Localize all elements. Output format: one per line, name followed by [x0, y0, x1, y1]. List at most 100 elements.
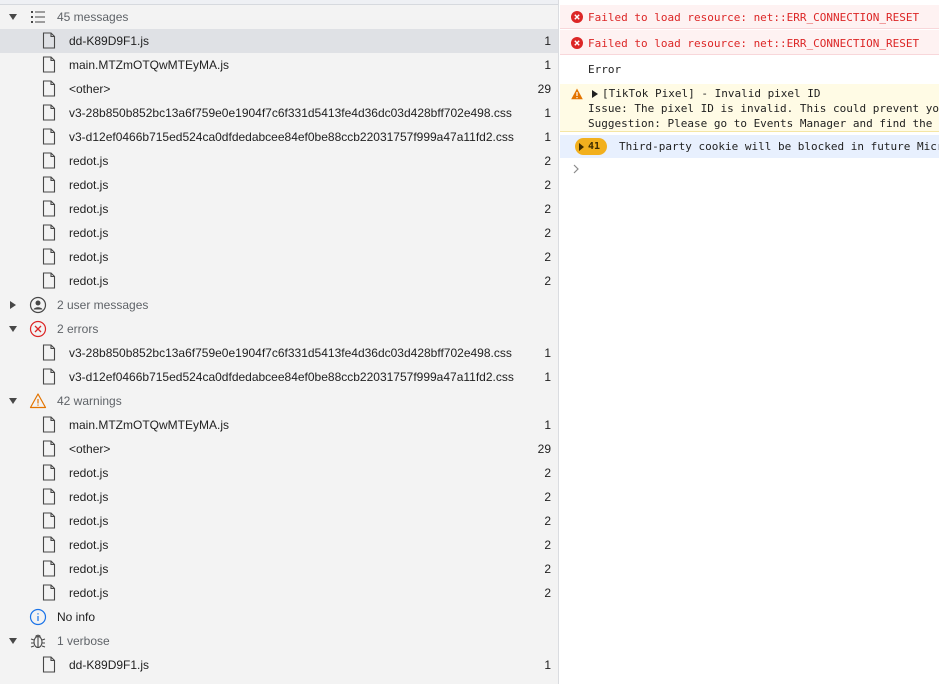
file-name: redot.js — [69, 538, 109, 552]
message-text: Suggestion: Please go to Events Manager … — [588, 117, 939, 130]
file-row[interactable]: redot.js 2 — [0, 149, 558, 173]
file-icon — [42, 560, 56, 577]
file-row[interactable]: v3-28b850b852bc13a6f759e0e1904f7c6f331d5… — [0, 341, 558, 365]
file-row[interactable]: redot.js 2 — [0, 485, 558, 509]
chevron-right-icon[interactable] — [571, 163, 581, 175]
console-error-message[interactable]: Failed to load resource: net::ERR_CONNEC… — [560, 5, 939, 29]
file-row[interactable]: main.MTZmOTQwMTEyMA.js 1 — [0, 413, 558, 437]
file-icon — [42, 536, 56, 553]
file-icon — [42, 368, 56, 385]
chevron-down-icon[interactable] — [8, 396, 18, 406]
file-name: main.MTZmOTQwMTEyMA.js — [69, 58, 229, 72]
file-name: redot.js — [69, 154, 109, 168]
group-messages[interactable]: 45 messages — [0, 5, 558, 29]
file-row[interactable]: redot.js 2 — [0, 509, 558, 533]
file-row[interactable]: redot.js 2 — [0, 245, 558, 269]
file-row[interactable]: redot.js 2 — [0, 221, 558, 245]
file-row[interactable]: dd-K89D9F1.js 1 — [0, 29, 558, 53]
chevron-down-icon[interactable] — [8, 636, 18, 646]
file-count: 2 — [544, 586, 551, 600]
warning-icon — [571, 88, 583, 100]
file-count: 2 — [544, 514, 551, 528]
file-icon — [42, 416, 56, 433]
file-row[interactable]: <other> 29 — [0, 77, 558, 101]
group-info[interactable]: No info — [0, 605, 558, 629]
console-error-message[interactable]: Failed to load resource: net::ERR_CONNEC… — [560, 30, 939, 55]
file-name: <other> — [69, 82, 111, 96]
file-name: <other> — [69, 442, 111, 456]
file-count: 1 — [544, 58, 551, 72]
chevron-down-icon[interactable] — [8, 12, 18, 22]
file-icon — [42, 488, 56, 505]
file-icon — [42, 56, 56, 73]
file-name: redot.js — [69, 490, 109, 504]
file-name: redot.js — [69, 586, 109, 600]
group-verbose[interactable]: 1 verbose — [0, 629, 558, 653]
file-icon — [42, 176, 56, 193]
group-label: 2 errors — [57, 322, 99, 336]
file-row[interactable]: redot.js 2 — [0, 533, 558, 557]
file-count: 1 — [544, 418, 551, 432]
chevron-down-icon[interactable] — [8, 324, 18, 334]
info-icon — [29, 608, 47, 626]
message-text: Failed to load resource: net::ERR_CONNEC… — [588, 11, 920, 24]
file-row[interactable]: v3-28b850b852bc13a6f759e0e1904f7c6f331d5… — [0, 101, 558, 125]
file-name: v3-d12ef0466b715ed524ca0dfdedabcee84ef0b… — [69, 130, 514, 144]
file-count: 2 — [544, 490, 551, 504]
group-label: 45 messages — [57, 10, 129, 24]
chevron-right-icon[interactable] — [8, 300, 18, 310]
file-name: v3-28b850b852bc13a6f759e0e1904f7c6f331d5… — [69, 346, 512, 360]
file-name: redot.js — [69, 514, 109, 528]
file-row[interactable]: redot.js 2 — [0, 197, 558, 221]
expand-triangle-icon — [579, 142, 584, 151]
file-count: 2 — [544, 250, 551, 264]
file-count: 1 — [544, 130, 551, 144]
file-row[interactable]: redot.js 2 — [0, 581, 558, 605]
file-name: redot.js — [69, 562, 109, 576]
file-name: dd-K89D9F1.js — [69, 34, 150, 48]
console-log-message[interactable]: Error — [560, 56, 939, 82]
file-row[interactable]: redot.js 2 — [0, 557, 558, 581]
group-errors[interactable]: 2 errors — [0, 317, 558, 341]
repeat-count-badge[interactable]: 41 — [575, 138, 607, 155]
file-count: 2 — [544, 202, 551, 216]
file-name: dd-K89D9F1.js — [69, 658, 150, 672]
badge-count: 41 — [588, 141, 601, 152]
file-icon — [42, 272, 56, 289]
file-icon — [42, 104, 56, 121]
group-user-messages[interactable]: 2 user messages — [0, 293, 558, 317]
file-count: 1 — [544, 658, 551, 672]
console-sidebar: 45 messages dd-K89D9F1.js 1 main.MTZmOTQwM… — [0, 0, 559, 684]
file-count: 1 — [544, 34, 551, 48]
group-label: No info — [57, 610, 96, 624]
message-text: Error — [588, 63, 622, 76]
bug-icon — [30, 634, 46, 649]
console-issue-message[interactable]: Third-party cookie will be blocked in fu… — [560, 135, 939, 158]
file-row[interactable]: <other> 29 — [0, 437, 558, 461]
file-row[interactable]: redot.js 2 — [0, 269, 558, 293]
file-row[interactable]: v3-d12ef0466b715ed524ca0dfdedabcee84ef0b… — [0, 365, 558, 389]
file-row[interactable]: dd-K89D9F1.js 1 — [0, 653, 558, 677]
message-text: Issue: The pixel ID is invalid. This cou… — [588, 102, 939, 115]
file-count: 2 — [544, 226, 551, 240]
file-count: 1 — [544, 346, 551, 360]
file-icon — [42, 248, 56, 265]
file-name: redot.js — [69, 250, 109, 264]
console-warning-message[interactable]: [TikTok Pixel] - Invalid pixel ID Issue:… — [560, 84, 939, 132]
console-output: Failed to load resource: net::ERR_CONNEC… — [560, 0, 939, 684]
file-icon — [42, 128, 56, 145]
file-icon — [42, 440, 56, 457]
file-row[interactable]: main.MTZmOTQwMTEyMA.js 1 — [0, 53, 558, 77]
file-icon — [42, 344, 56, 361]
file-name: redot.js — [69, 274, 109, 288]
group-label: 2 user messages — [57, 298, 149, 312]
file-row[interactable]: redot.js 2 — [0, 461, 558, 485]
warning-icon — [29, 393, 47, 409]
file-row[interactable]: v3-d12ef0466b715ed524ca0dfdedabcee84ef0b… — [0, 125, 558, 149]
group-warnings[interactable]: 42 warnings — [0, 389, 558, 413]
file-count: 1 — [544, 106, 551, 120]
expand-triangle-icon[interactable] — [591, 90, 599, 98]
file-row[interactable]: redot.js 2 — [0, 173, 558, 197]
file-count: 2 — [544, 154, 551, 168]
file-count: 2 — [544, 562, 551, 576]
